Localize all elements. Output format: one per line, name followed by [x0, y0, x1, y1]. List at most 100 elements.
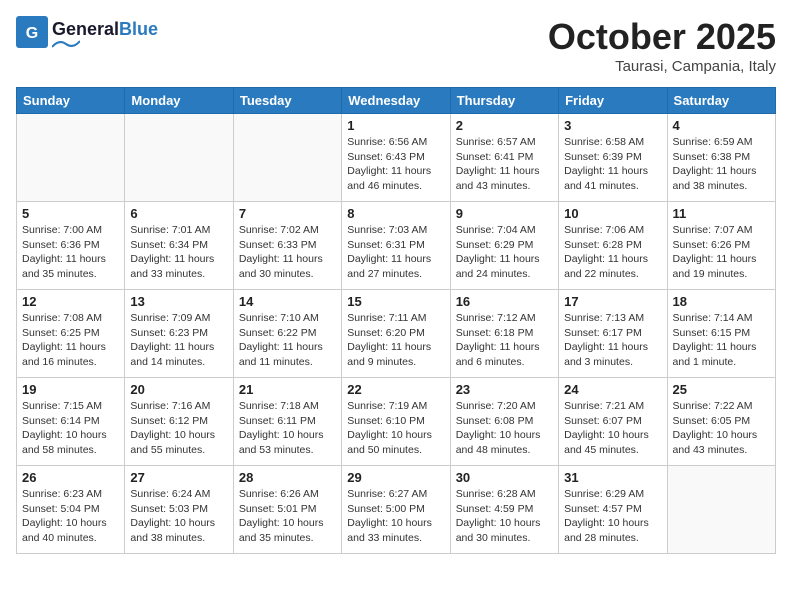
logo-icon: G	[16, 16, 48, 48]
calendar-cell: 15Sunrise: 7:11 AMSunset: 6:20 PMDayligh…	[342, 290, 450, 378]
day-info: Sunrise: 6:27 AMSunset: 5:00 PMDaylight:…	[347, 487, 444, 546]
day-number: 3	[564, 118, 661, 133]
calendar-cell: 14 Sunrise: 7:10 AMSunset: 6:22 PMDayligh…	[233, 290, 341, 378]
calendar-cell: 22 Sunrise: 7:19 AMSunset: 6:10 PMDayligh…	[342, 378, 450, 466]
day-info: Sunrise: 7:22 AMSunset: 6:05 PMDaylight:…	[673, 399, 770, 458]
day-number: 9	[456, 206, 553, 221]
calendar-cell	[17, 114, 125, 202]
calendar-cell: 20 Sunrise: 7:16 AMSunset: 6:12 PMDayligh…	[125, 378, 233, 466]
day-info: Sunrise: 7:00 AMSunset: 6:36 PMDaylight:…	[22, 223, 119, 282]
calendar-cell: 30 Sunrise: 6:28 AMSunset: 4:59 PMDayligh…	[450, 466, 558, 554]
calendar-cell: 5 Sunrise: 7:00 AMSunset: 6:36 PMDaylight…	[17, 202, 125, 290]
day-number: 2	[456, 118, 553, 133]
title-section: October 2025 Taurasi, Campania, Italy	[548, 16, 776, 75]
day-info: Sunrise: 6:23 AMSunset: 5:04 PMDaylight:…	[22, 487, 119, 546]
calendar-cell: 1 Sunrise: 6:56 AMSunset: 6:43 PMDaylight…	[342, 114, 450, 202]
calendar-cell	[233, 114, 341, 202]
day-header-thursday: Thursday	[450, 88, 558, 114]
calendar-cell: 8 Sunrise: 7:03 AMSunset: 6:31 PMDaylight…	[342, 202, 450, 290]
day-info: Sunrise: 6:26 AMSunset: 5:01 PMDaylight:…	[239, 487, 336, 546]
calendar-cell: 9 Sunrise: 7:04 AMSunset: 6:29 PMDaylight…	[450, 202, 558, 290]
day-number: 4	[673, 118, 770, 133]
day-info: Sunrise: 7:08 AMSunset: 6:25 PMDaylight:…	[22, 311, 119, 370]
page-header: G GeneralBlue October 2025 Taurasi, Camp…	[16, 16, 776, 75]
calendar-cell: 10 Sunrise: 7:06 AMSunset: 6:28 PMDayligh…	[559, 202, 667, 290]
logo-general: General	[52, 19, 119, 39]
day-info: Sunrise: 7:09 AMSunset: 6:23 PMDaylight:…	[130, 311, 227, 370]
day-header-saturday: Saturday	[667, 88, 775, 114]
day-number: 14	[239, 294, 336, 309]
day-number: 10	[564, 206, 661, 221]
calendar-cell: 24Sunrise: 7:21 AMSunset: 6:07 PMDayligh…	[559, 378, 667, 466]
day-number: 17	[564, 294, 661, 309]
calendar-subtitle: Taurasi, Campania, Italy	[548, 58, 776, 75]
day-info: Sunrise: 6:56 AMSunset: 6:43 PMDaylight:…	[347, 135, 444, 194]
day-number: 27	[130, 470, 227, 485]
week-row-1: 1 Sunrise: 6:56 AMSunset: 6:43 PMDaylight…	[17, 114, 776, 202]
calendar-cell: 3Sunrise: 6:58 AMSunset: 6:39 PMDaylight…	[559, 114, 667, 202]
calendar-cell: 27Sunrise: 6:24 AMSunset: 5:03 PMDayligh…	[125, 466, 233, 554]
day-header-monday: Monday	[125, 88, 233, 114]
calendar-cell: 25 Sunrise: 7:22 AMSunset: 6:05 PMDayligh…	[667, 378, 775, 466]
svg-text:G: G	[26, 25, 38, 42]
calendar-title: October 2025	[548, 16, 776, 58]
day-number: 28	[239, 470, 336, 485]
day-number: 13	[130, 294, 227, 309]
day-info: Sunrise: 7:13 AMSunset: 6:17 PMDaylight:…	[564, 311, 661, 370]
day-number: 5	[22, 206, 119, 221]
calendar-cell: 7Sunrise: 7:02 AMSunset: 6:33 PMDaylight…	[233, 202, 341, 290]
day-info: Sunrise: 7:10 AMSunset: 6:22 PMDaylight:…	[239, 311, 336, 370]
day-number: 20	[130, 382, 227, 397]
day-info: Sunrise: 7:15 AMSunset: 6:14 PMDaylight:…	[22, 399, 119, 458]
day-number: 29	[347, 470, 444, 485]
calendar-cell: 28 Sunrise: 6:26 AMSunset: 5:01 PMDayligh…	[233, 466, 341, 554]
day-number: 1	[347, 118, 444, 133]
day-info: Sunrise: 7:18 AMSunset: 6:11 PMDaylight:…	[239, 399, 336, 458]
day-number: 25	[673, 382, 770, 397]
calendar-table: SundayMondayTuesdayWednesdayThursdayFrid…	[16, 87, 776, 554]
day-info: Sunrise: 7:16 AMSunset: 6:12 PMDaylight:…	[130, 399, 227, 458]
calendar-cell: 17 Sunrise: 7:13 AMSunset: 6:17 PMDayligh…	[559, 290, 667, 378]
calendar-cell: 31 Sunrise: 6:29 AMSunset: 4:57 PMDayligh…	[559, 466, 667, 554]
day-number: 8	[347, 206, 444, 221]
calendar-cell: 2 Sunrise: 6:57 AMSunset: 6:41 PMDaylight…	[450, 114, 558, 202]
day-header-wednesday: Wednesday	[342, 88, 450, 114]
week-row-4: 19 Sunrise: 7:15 AMSunset: 6:14 PMDayligh…	[17, 378, 776, 466]
day-info: Sunrise: 6:29 AMSunset: 4:57 PMDaylight:…	[564, 487, 661, 546]
day-info: Sunrise: 7:02 AMSunset: 6:33 PMDaylight:…	[239, 223, 336, 282]
day-header-sunday: Sunday	[17, 88, 125, 114]
day-header-row: SundayMondayTuesdayWednesdayThursdayFrid…	[17, 88, 776, 114]
day-info: Sunrise: 7:03 AMSunset: 6:31 PMDaylight:…	[347, 223, 444, 282]
day-number: 18	[673, 294, 770, 309]
day-number: 30	[456, 470, 553, 485]
day-info: Sunrise: 6:28 AMSunset: 4:59 PMDaylight:…	[456, 487, 553, 546]
day-number: 31	[564, 470, 661, 485]
day-number: 12	[22, 294, 119, 309]
day-info: Sunrise: 7:12 AMSunset: 6:18 PMDaylight:…	[456, 311, 553, 370]
day-number: 22	[347, 382, 444, 397]
calendar-cell: 12 Sunrise: 7:08 AMSunset: 6:25 PMDayligh…	[17, 290, 125, 378]
day-info: Sunrise: 7:06 AMSunset: 6:28 PMDaylight:…	[564, 223, 661, 282]
calendar-cell: 18Sunrise: 7:14 AMSunset: 6:15 PMDayligh…	[667, 290, 775, 378]
calendar-cell: 4Sunrise: 6:59 AMSunset: 6:38 PMDaylight…	[667, 114, 775, 202]
calendar-cell: 16Sunrise: 7:12 AMSunset: 6:18 PMDayligh…	[450, 290, 558, 378]
week-row-2: 5 Sunrise: 7:00 AMSunset: 6:36 PMDaylight…	[17, 202, 776, 290]
day-number: 6	[130, 206, 227, 221]
day-info: Sunrise: 6:57 AMSunset: 6:41 PMDaylight:…	[456, 135, 553, 194]
day-number: 19	[22, 382, 119, 397]
calendar-cell: 23Sunrise: 7:20 AMSunset: 6:08 PMDayligh…	[450, 378, 558, 466]
day-info: Sunrise: 7:01 AMSunset: 6:34 PMDaylight:…	[130, 223, 227, 282]
logo-wave-icon	[52, 39, 80, 49]
day-info: Sunrise: 7:07 AMSunset: 6:26 PMDaylight:…	[673, 223, 770, 282]
calendar-cell: 11Sunrise: 7:07 AMSunset: 6:26 PMDayligh…	[667, 202, 775, 290]
calendar-cell: 21Sunrise: 7:18 AMSunset: 6:11 PMDayligh…	[233, 378, 341, 466]
day-info: Sunrise: 7:20 AMSunset: 6:08 PMDaylight:…	[456, 399, 553, 458]
day-info: Sunrise: 7:19 AMSunset: 6:10 PMDaylight:…	[347, 399, 444, 458]
calendar-cell	[125, 114, 233, 202]
day-info: Sunrise: 7:04 AMSunset: 6:29 PMDaylight:…	[456, 223, 553, 282]
calendar-cell: 26Sunrise: 6:23 AMSunset: 5:04 PMDayligh…	[17, 466, 125, 554]
calendar-cell: 29 Sunrise: 6:27 AMSunset: 5:00 PMDayligh…	[342, 466, 450, 554]
week-row-3: 12 Sunrise: 7:08 AMSunset: 6:25 PMDayligh…	[17, 290, 776, 378]
day-header-tuesday: Tuesday	[233, 88, 341, 114]
day-number: 24	[564, 382, 661, 397]
